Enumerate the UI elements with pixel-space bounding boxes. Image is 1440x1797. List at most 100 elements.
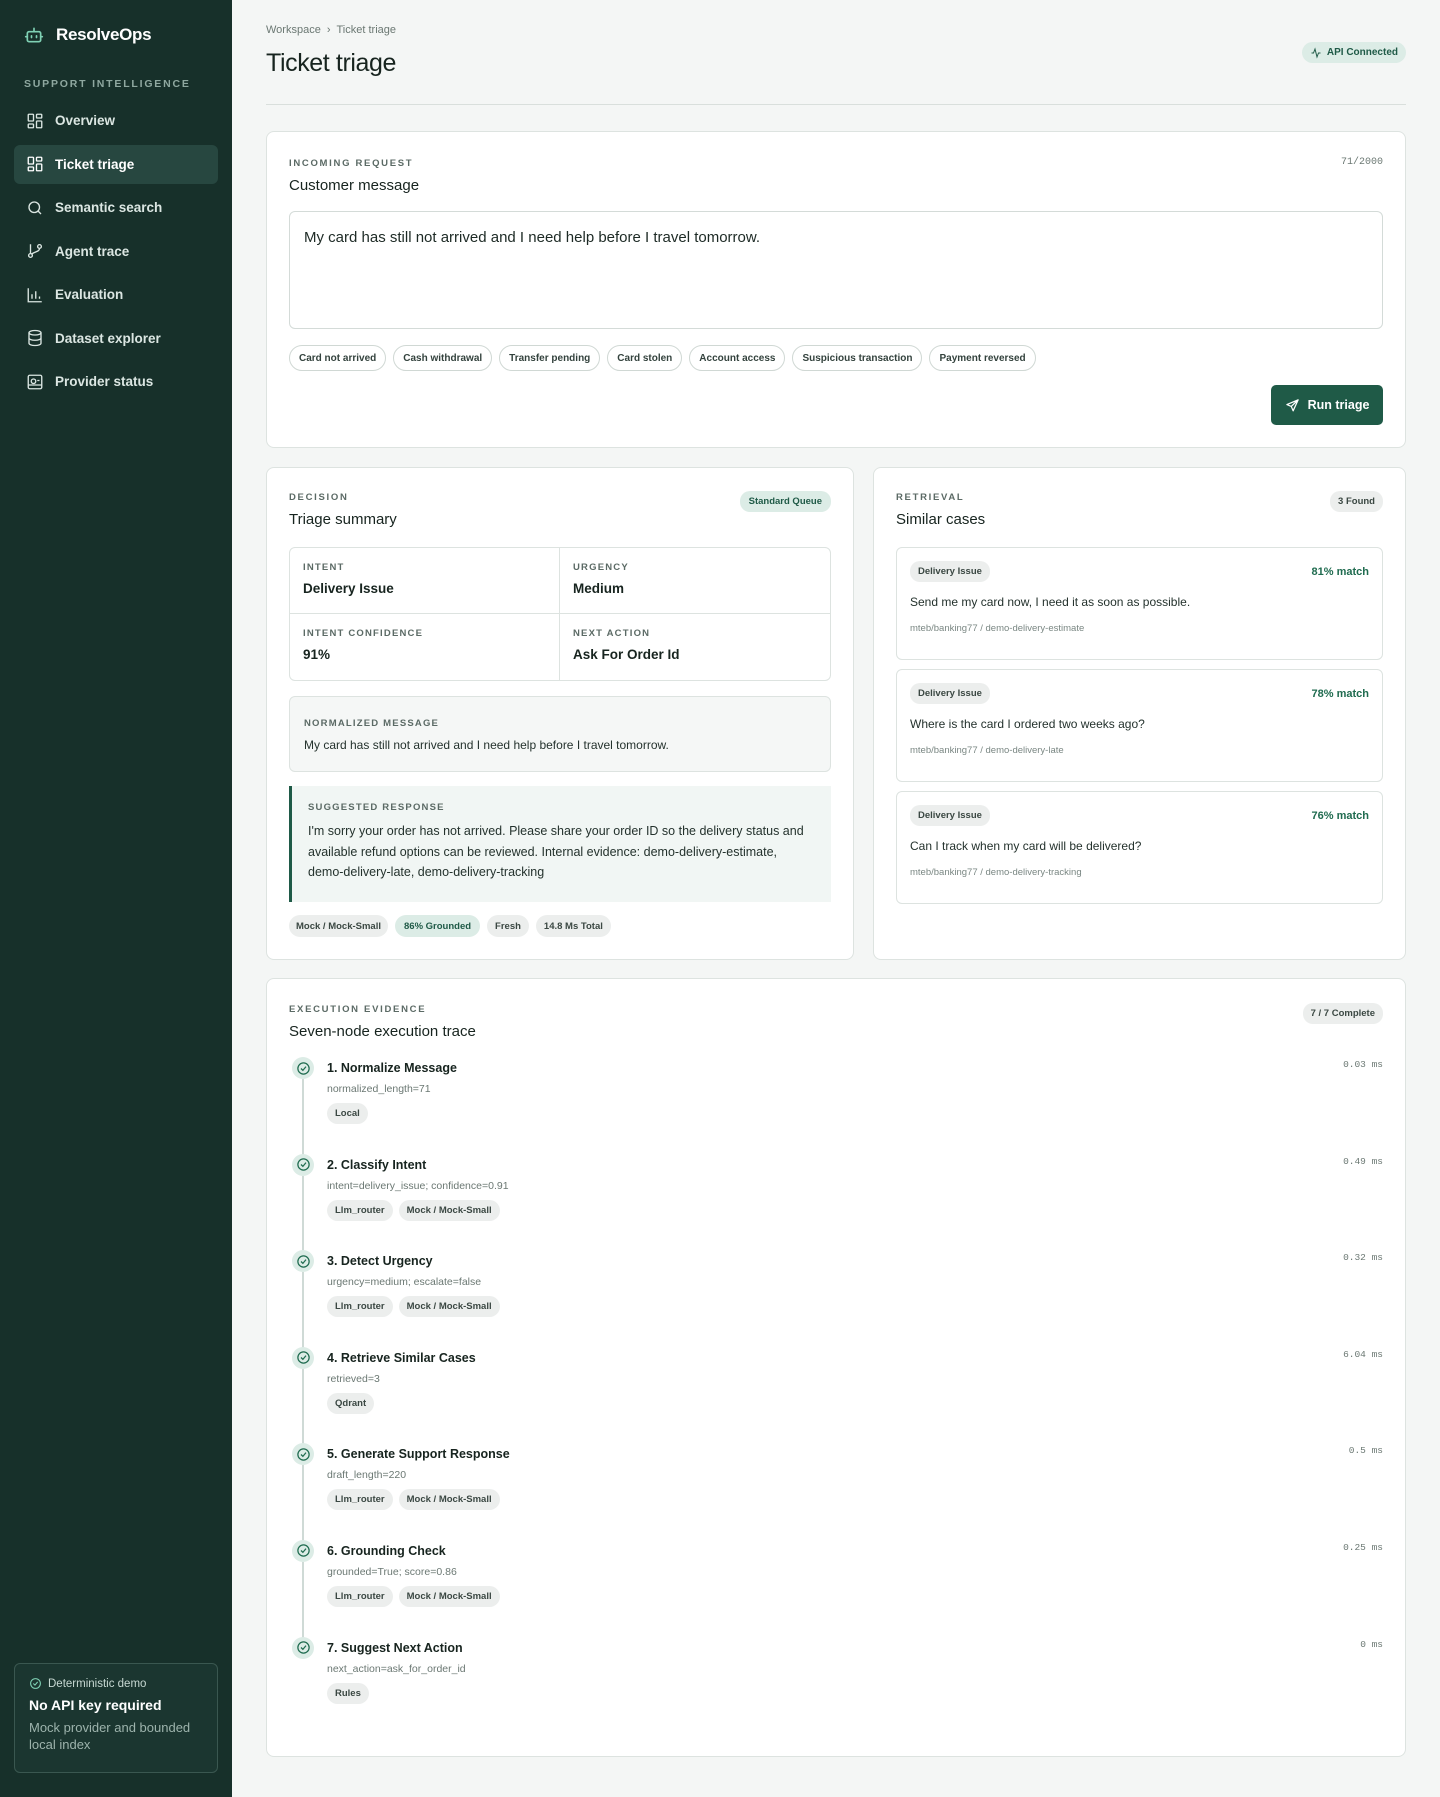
card-title: Seven-node execution trace [289, 1023, 476, 1040]
similar-case[interactable]: Delivery Issue 81% match Send me my card… [896, 547, 1383, 660]
send-icon [1285, 398, 1299, 411]
execution-trace: 1. Normalize Message normalized_length=71… [289, 1057, 1383, 1733]
suggested-response-box: SUGGESTED RESPONSE I'm sorry your order … [289, 786, 831, 902]
decision-meta: Mock / Mock-Small 86% Grounded Fresh 14.… [289, 915, 611, 937]
sidebar-item-ticket-triage[interactable]: Ticket triage [14, 144, 218, 184]
step-tag: Llm_router [327, 1199, 393, 1221]
card-title: Customer message [289, 177, 420, 194]
chip-payment-reversed[interactable]: Payment reversed [929, 345, 1036, 371]
step-name: 7. Suggest Next Action [327, 1640, 463, 1655]
step-detail: intent=delivery_issue; confidence=0.91 [327, 1179, 509, 1192]
step-detail: next_action=ask_for_order_id [327, 1662, 466, 1675]
trace-step[interactable]: 5. Generate Support Response draft_length… [289, 1443, 1383, 1546]
sidebar-item-label: Evaluation [55, 287, 124, 302]
step-name: 5. Generate Support Response [327, 1447, 510, 1462]
trace-step[interactable]: 1. Normalize Message normalized_length=71… [289, 1057, 1383, 1159]
step-detail: urgency=medium; escalate=false [327, 1276, 482, 1289]
urgency-cell: URGENCY Medium [560, 548, 830, 614]
step-tag: Local [327, 1103, 368, 1124]
breadcrumb-workspace[interactable]: Workspace [266, 24, 321, 36]
chip-card-stolen[interactable]: Card stolen [607, 345, 683, 371]
card-title: Triage summary [289, 511, 397, 528]
run-triage-button[interactable]: Run triage [1271, 385, 1383, 425]
chip-suspicious-transaction[interactable]: Suspicious transaction [792, 345, 923, 371]
step-tag: Mock / Mock-Small [398, 1296, 500, 1318]
trace-connector [302, 1272, 304, 1353]
step-tags: Qdrant [327, 1392, 375, 1414]
chip-card-not-arrived[interactable]: Card not arrived [289, 345, 387, 371]
step-tag: Rules [327, 1682, 369, 1704]
check-circle-icon [296, 1544, 310, 1558]
step-duration: 0.49 ms [1343, 1155, 1383, 1167]
step-duration: 0.25 ms [1343, 1541, 1383, 1553]
similar-case[interactable]: Delivery Issue 76% match Can I track whe… [896, 791, 1383, 904]
demo-mode-card: Deterministic demo No API key required M… [14, 1663, 218, 1773]
step-status [292, 1250, 314, 1273]
step-tag: Llm_router [327, 1585, 393, 1607]
trace-step[interactable]: 4. Retrieve Similar Cases retrieved=3 Qdra… [289, 1346, 1383, 1449]
grounded-pill: 86% Grounded [395, 915, 481, 937]
demo-title: No API key required [29, 1697, 162, 1713]
intent-label: INTENT [303, 562, 345, 573]
trace-step[interactable]: 7. Suggest Next Action next_action=ask_fo… [289, 1636, 1383, 1734]
chip-cash-withdrawal[interactable]: Cash withdrawal [393, 345, 493, 371]
demo-description: Mock provider and bounded local index [29, 1720, 191, 1752]
page-title: Ticket triage [266, 49, 397, 77]
step-tag: Llm_router [327, 1296, 393, 1318]
suggested-text: I'm sorry your order has not arrived. Pl… [308, 824, 804, 879]
chip-account-access[interactable]: Account access [689, 345, 786, 371]
retrieval-card: RETRIEVAL Similar cases 3 Found Delivery… [873, 467, 1406, 960]
layout-grid-icon [27, 156, 43, 172]
urgency-label: URGENCY [573, 562, 629, 573]
step-name: 3. Detect Urgency [327, 1254, 433, 1269]
trace-step[interactable]: 3. Detect Urgency urgency=medium; escalat… [289, 1250, 1383, 1353]
sidebar-item-overview[interactable]: Overview [14, 101, 218, 140]
sidebar-item-dataset-explorer[interactable]: Dataset explorer [14, 319, 218, 358]
sidebar-item-agent-trace[interactable]: Agent trace [14, 232, 218, 271]
incoming-request-card: INCOMING REQUEST Customer message 71/200… [266, 131, 1406, 448]
demo-label: Deterministic demo [48, 1677, 147, 1690]
chip-transfer-pending[interactable]: Transfer pending [499, 345, 601, 371]
sidebar-item-label: Dataset explorer [55, 330, 161, 346]
check-circle-icon [296, 1448, 310, 1461]
nav-section-heading: SUPPORT INTELLIGENCE [24, 78, 191, 90]
sidebar-item-semantic-search[interactable]: Semantic search [14, 188, 218, 227]
case-match: 76% match [1311, 809, 1369, 822]
case-source: mteb/banking77 / demo-delivery-estimate [910, 623, 1085, 634]
step-name: 6. Grounding Check [327, 1543, 446, 1558]
database-icon [28, 329, 42, 347]
sidebar-nav: Overview Ticket triage Semantic search A… [14, 101, 218, 406]
confidence-label: INTENT CONFIDENCE [303, 628, 424, 639]
sidebar-item-provider-status[interactable]: Provider status [14, 362, 218, 401]
case-tag: Delivery Issue [910, 805, 990, 826]
step-tag: Llm_router [327, 1489, 393, 1511]
urgency-value: Medium [573, 581, 625, 596]
trace-step[interactable]: 6. Grounding Check grounded=True; score=0… [289, 1539, 1383, 1642]
queue-badge: Standard Queue [739, 491, 831, 512]
similar-case[interactable]: Delivery Issue 78% match Where is the ca… [896, 669, 1383, 782]
step-status [292, 1539, 314, 1562]
layout-grid-icon [27, 113, 43, 128]
freshness-pill: Fresh [487, 915, 529, 937]
step-duration: 6.04 ms [1343, 1348, 1383, 1360]
customer-message-input[interactable]: My card has still not arrived and I need… [289, 211, 1383, 329]
check-circle-icon [296, 1351, 310, 1365]
card-eyebrow: DECISION [289, 492, 349, 503]
header-divider [266, 104, 1406, 105]
step-tags: Llm_router Mock / Mock-Small [327, 1199, 500, 1221]
step-status [292, 1443, 314, 1466]
sidebar-item-label: Ticket triage [55, 156, 135, 172]
step-status [292, 1346, 314, 1369]
card-eyebrow: INCOMING REQUEST [289, 158, 414, 169]
check-circle-icon [296, 1061, 310, 1075]
trace-step[interactable]: 2. Classify Intent intent=delivery_issue;… [289, 1153, 1383, 1256]
case-source: mteb/banking77 / demo-delivery-tracking [910, 867, 1082, 878]
case-source: mteb/banking77 / demo-delivery-late [910, 745, 1064, 756]
next-action-cell: NEXT ACTION Ask For Order Id [560, 614, 830, 680]
case-tag: Delivery Issue [910, 561, 990, 582]
brand[interactable]: ResolveOps [24, 25, 152, 45]
step-status [292, 1636, 314, 1659]
sidebar-item-evaluation[interactable]: Evaluation [14, 275, 218, 314]
step-detail: grounded=True; score=0.86 [327, 1565, 457, 1578]
trace-connector [302, 1465, 304, 1546]
